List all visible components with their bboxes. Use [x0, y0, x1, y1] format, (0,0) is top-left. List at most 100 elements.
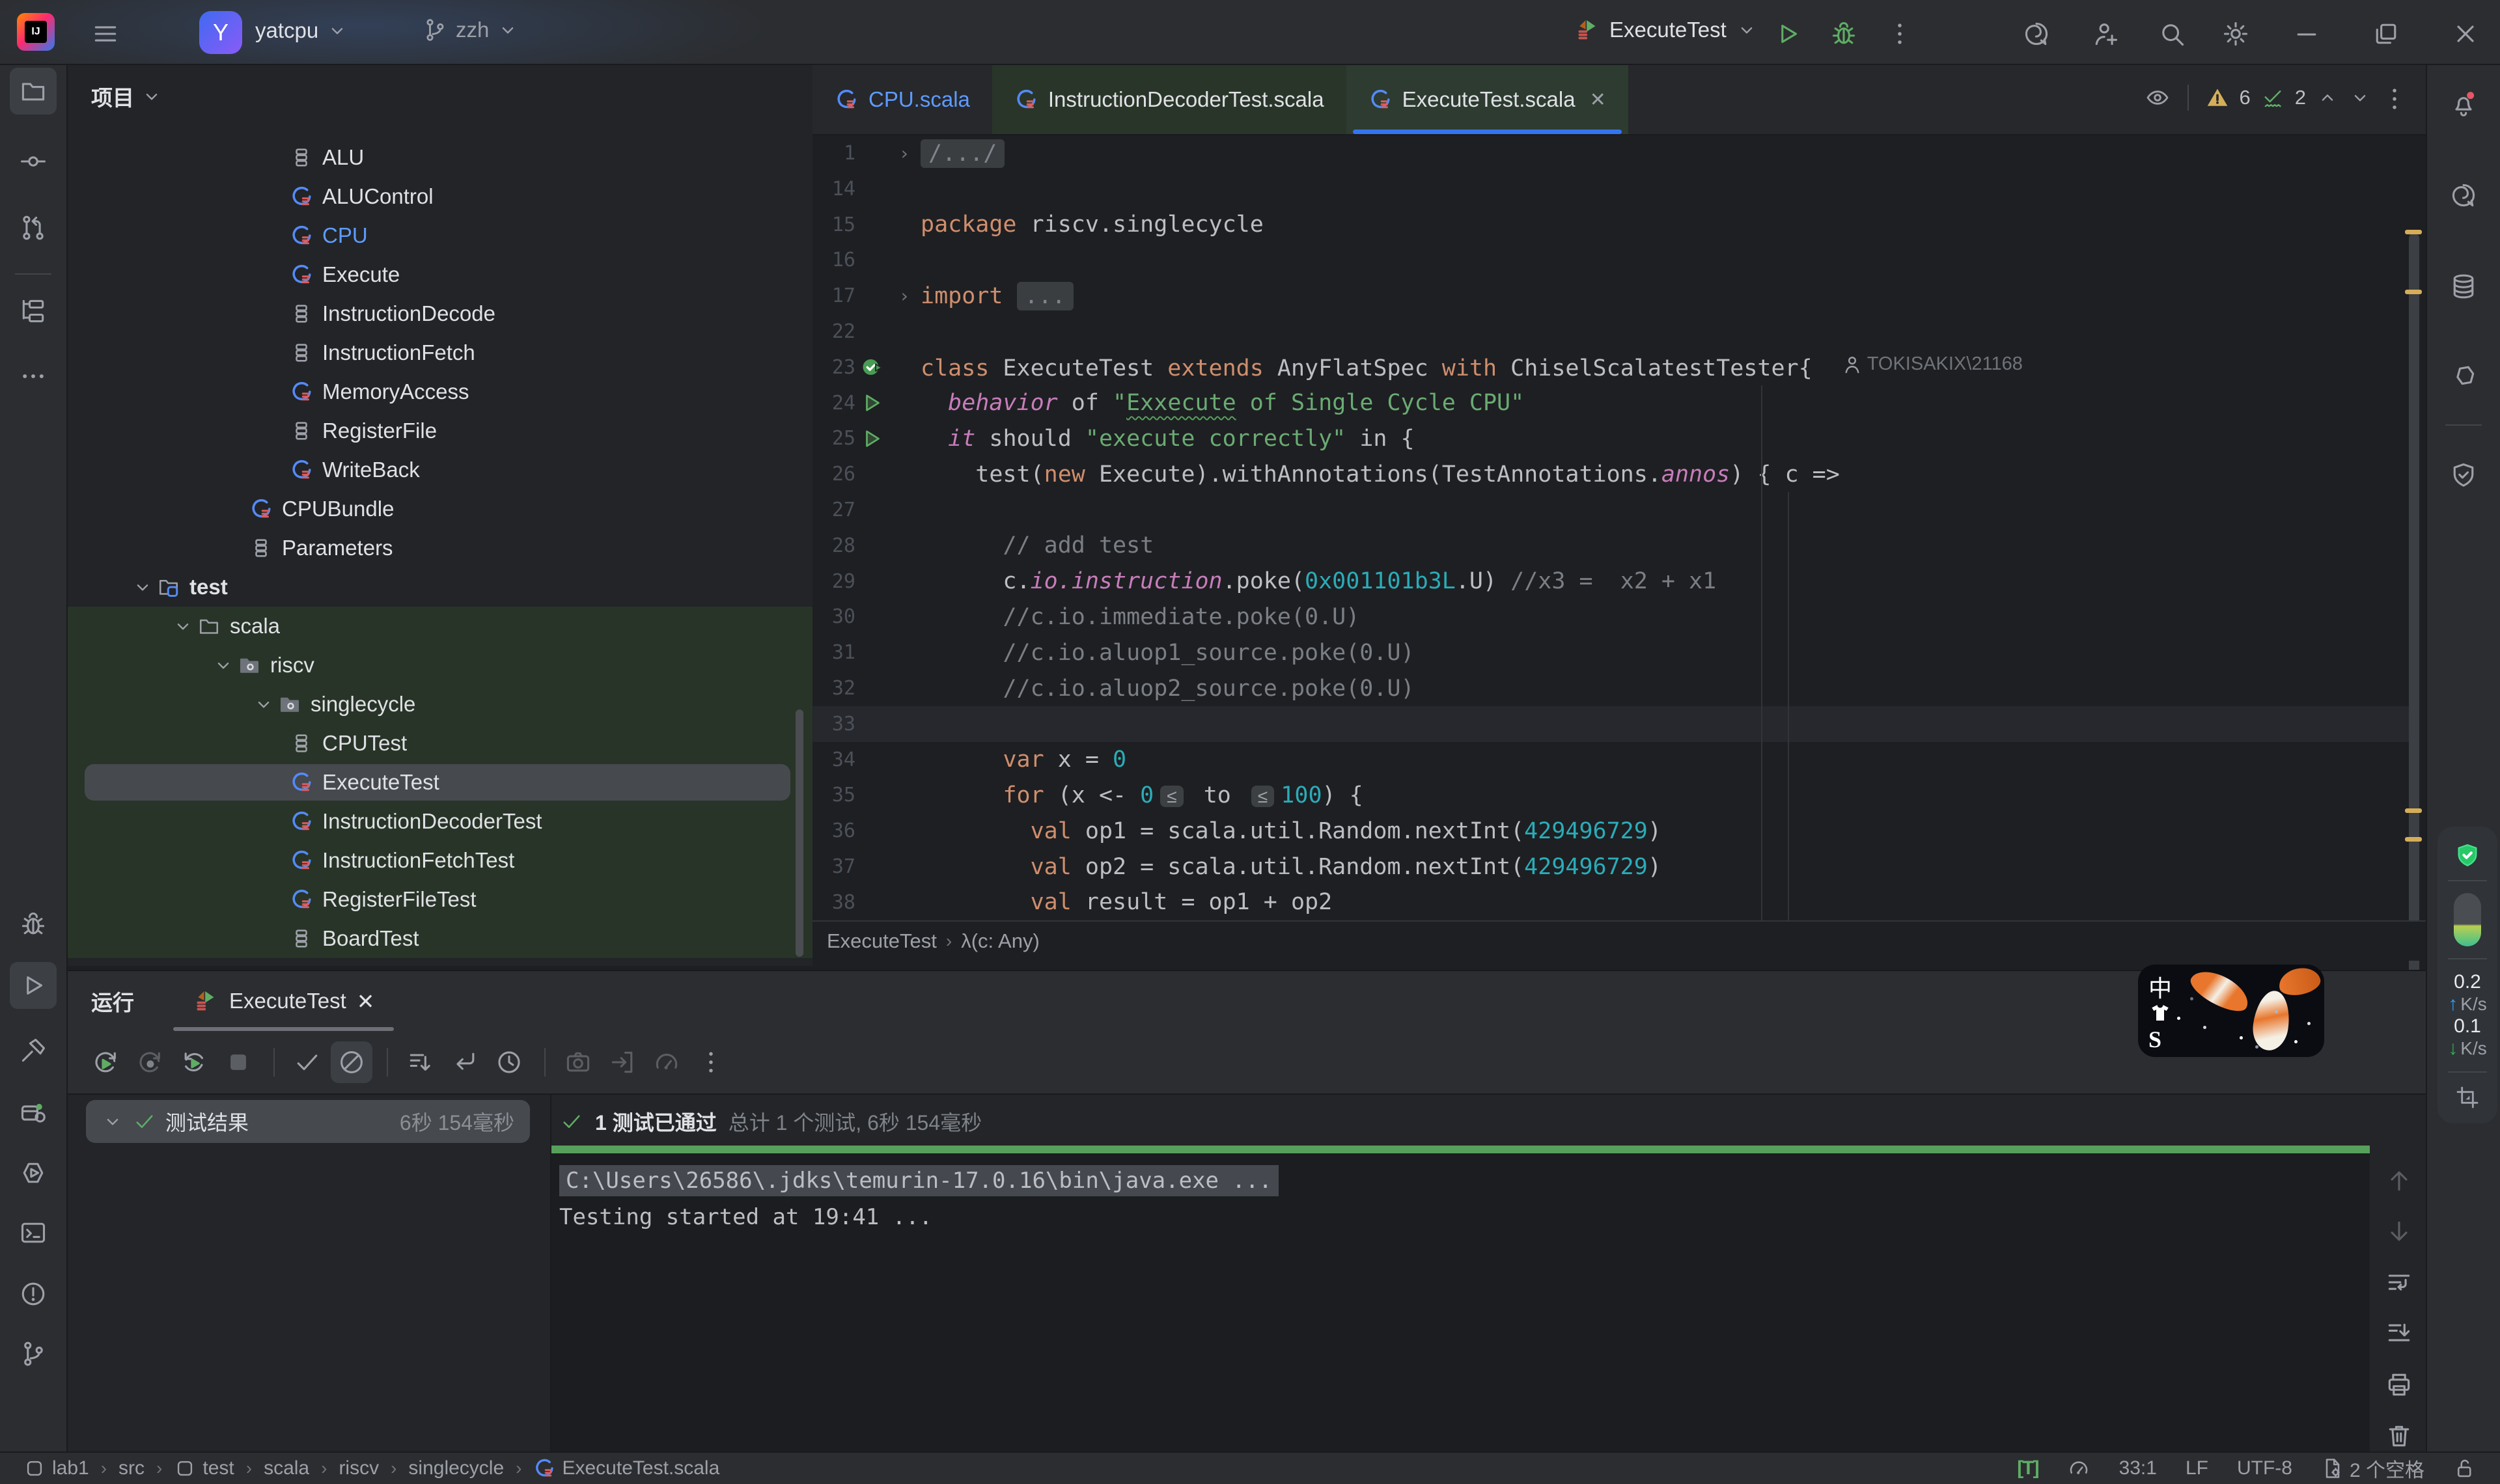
- run-tab[interactable]: ExecuteTest ✕: [180, 971, 387, 1031]
- settings-button[interactable]: [2216, 14, 2255, 53]
- tool-window-button-sbt-shell[interactable]: [10, 1149, 57, 1196]
- code-line-15[interactable]: 15package riscv.singlecycle: [812, 207, 2411, 243]
- tree-item-Execute[interactable]: Execute: [68, 255, 812, 294]
- performance-gauge-icon[interactable]: [2067, 1457, 2090, 1480]
- more-options-button[interactable]: [690, 1041, 732, 1083]
- code-editor[interactable]: 1›/.../1415package riscv.singlecycle1617…: [812, 135, 2426, 920]
- tree-item-WriteBack[interactable]: WriteBack: [68, 450, 812, 489]
- branch-selector[interactable]: zzh: [422, 17, 519, 43]
- tree-item-CPUTest[interactable]: CPUTest: [68, 724, 812, 763]
- screenshot-button[interactable]: [557, 1041, 599, 1083]
- run-configuration-selector[interactable]: ExecuteTest: [1574, 17, 1758, 43]
- warning-stripe-mark[interactable]: [2405, 230, 2422, 234]
- code-line-22[interactable]: 22: [812, 314, 2411, 350]
- code-line-1[interactable]: 1›/.../: [812, 135, 2411, 171]
- console-line[interactable]: C:\Users\26586\.jdks\temurin-17.0.16\bin…: [559, 1162, 2370, 1199]
- tool-window-button-security[interactable]: [2440, 452, 2487, 499]
- expand-chevron-icon[interactable]: [128, 576, 157, 598]
- sort-tests-button[interactable]: [400, 1041, 441, 1083]
- tool-window-button-structure[interactable]: [10, 288, 57, 335]
- code-line-33[interactable]: 33: [812, 706, 2411, 742]
- minimize-button[interactable]: [2284, 14, 2329, 53]
- toggle-auto-test-button[interactable]: [173, 1041, 215, 1083]
- sort-by-duration-button[interactable]: [488, 1041, 530, 1083]
- indent-widget[interactable]: 2 个空格: [2321, 1454, 2424, 1483]
- expand-chevron-icon[interactable]: [169, 615, 197, 637]
- tool-window-button-run[interactable]: [10, 962, 57, 1009]
- status-crumb-singlecycle[interactable]: singlecycle: [408, 1457, 504, 1479]
- test-passed-run-icon[interactable]: [860, 355, 883, 379]
- weak-warning-count[interactable]: 2: [2295, 86, 2306, 109]
- rerun-tests-button[interactable]: [85, 1041, 126, 1083]
- run-test-icon[interactable]: [860, 391, 883, 415]
- tool-window-button-git[interactable]: [10, 1330, 57, 1377]
- encoding[interactable]: UTF-8: [2237, 1457, 2292, 1479]
- code-line-14[interactable]: 14: [812, 171, 2411, 207]
- code-line-29[interactable]: 29 c.io.instruction.poke(0x001101b3L.U) …: [812, 564, 2411, 599]
- project-tree-scrollbar[interactable]: [796, 709, 803, 957]
- status-crumb-riscv[interactable]: riscv: [339, 1457, 379, 1479]
- warning-stripe-mark[interactable]: [2405, 808, 2422, 813]
- tool-window-button-services[interactable]: [10, 1090, 57, 1136]
- tool-window-button-more-tools[interactable]: [10, 353, 57, 400]
- input-method-widget[interactable]: 中 S: [2138, 965, 2324, 1057]
- tool-window-button-project[interactable]: [10, 68, 57, 115]
- status-crumb-src[interactable]: src: [118, 1457, 145, 1479]
- status-crumb-scala[interactable]: scala: [264, 1457, 309, 1479]
- code-line-27[interactable]: 27: [812, 492, 2411, 528]
- close-tab-icon[interactable]: ✕: [357, 989, 375, 1014]
- tool-window-button-pull-requests[interactable]: [10, 204, 57, 251]
- show-ignored-button[interactable]: [331, 1041, 372, 1083]
- code-line-25[interactable]: 25 it should "execute correctly" in {: [812, 420, 2411, 456]
- gutter[interactable]: [855, 427, 888, 450]
- tree-item-BoardTest[interactable]: BoardTest: [68, 919, 812, 958]
- code-line-17[interactable]: 17›import ...: [812, 278, 2411, 314]
- editor-tab-InstructionDecoderTest.scala[interactable]: InstructionDecoderTest.scala: [992, 65, 1346, 134]
- tree-item-RegisterFileTest[interactable]: RegisterFileTest: [68, 880, 812, 919]
- breadcrumb-member[interactable]: λ(c: Any): [961, 929, 1040, 953]
- scroll-down-button[interactable]: [2378, 1215, 2420, 1248]
- code-line-24[interactable]: 24 behavior of "Exxecute of Single Cycle…: [812, 385, 2411, 421]
- restore-button[interactable]: [2363, 14, 2409, 53]
- code-with-me-button[interactable]: [2086, 14, 2125, 53]
- fold-chevron-icon[interactable]: ›: [888, 143, 921, 164]
- scrollbar-thumb[interactable]: [2409, 233, 2419, 982]
- translation-plugin-badge[interactable]: [T]: [2017, 1457, 2038, 1479]
- code-line-35[interactable]: 35 for (x <- 0≤ to ≤100) {: [812, 777, 2411, 813]
- ime-brand[interactable]: S: [2148, 1026, 2161, 1053]
- expand-chevron-icon[interactable]: [209, 654, 238, 676]
- tool-window-button-commit[interactable]: [10, 138, 57, 185]
- run-button[interactable]: [1768, 14, 1807, 53]
- caret-position[interactable]: 33:1: [2119, 1457, 2157, 1479]
- tree-item-CPUBundle[interactable]: CPUBundle: [68, 489, 812, 529]
- project-selector[interactable]: yatcpu: [255, 18, 348, 43]
- tree-item-ALU[interactable]: ALU: [68, 138, 812, 177]
- fold-chevron-icon[interactable]: ›: [888, 285, 921, 307]
- ime-language-mode[interactable]: 中: [2148, 970, 2172, 1004]
- rerun-failed-tests-button[interactable]: [129, 1041, 171, 1083]
- tree-item-riscv[interactable]: riscv: [68, 646, 812, 685]
- warning-stripe-mark[interactable]: [2405, 837, 2422, 842]
- tool-window-button-terminal[interactable]: [10, 1209, 57, 1256]
- close-button[interactable]: [2443, 14, 2488, 53]
- code-line-32[interactable]: 32 //c.io.aluop2_source.poke(0.U): [812, 670, 2411, 706]
- main-menu-button[interactable]: [86, 14, 125, 53]
- code-line-26[interactable]: 26 test(new Execute).withAnnotations(Tes…: [812, 456, 2411, 492]
- soft-wrap-button[interactable]: [2378, 1266, 2420, 1300]
- code-line-38[interactable]: 38 val result = op1 + op2: [812, 885, 2411, 920]
- status-crumb-test[interactable]: test: [174, 1457, 234, 1479]
- project-panel-header[interactable]: 项目: [68, 65, 812, 128]
- tool-window-button-problems[interactable]: [10, 1271, 57, 1317]
- export-results-button[interactable]: [602, 1041, 643, 1083]
- line-ending[interactable]: LF: [2186, 1457, 2208, 1479]
- unlocked-icon[interactable]: [2453, 1457, 2477, 1480]
- tree-item-ExecuteTest[interactable]: ExecuteTest: [68, 763, 812, 802]
- warning-stripe-mark[interactable]: [2405, 290, 2422, 294]
- prev-problem-icon[interactable]: [2316, 87, 2339, 109]
- ai-assistant-button[interactable]: [2017, 14, 2056, 53]
- clear-all-button[interactable]: [2378, 1419, 2420, 1453]
- ime-skin-icon[interactable]: [2148, 1001, 2172, 1024]
- project-avatar[interactable]: Y: [199, 11, 242, 54]
- print-button[interactable]: [2378, 1367, 2420, 1401]
- tree-item-InstructionFetch[interactable]: InstructionFetch: [68, 333, 812, 372]
